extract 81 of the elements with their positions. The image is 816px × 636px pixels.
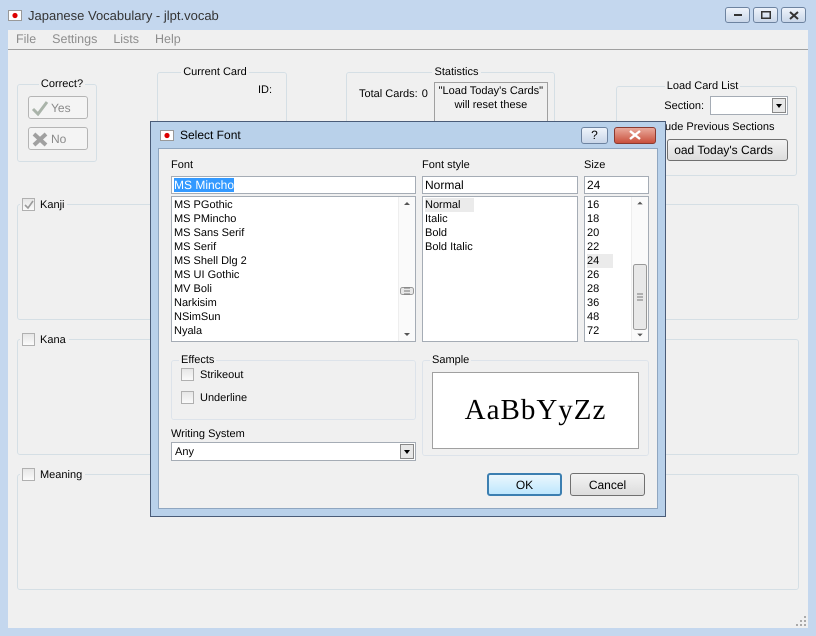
check-icon	[31, 100, 49, 116]
field-label: Size	[584, 159, 606, 173]
list-item[interactable]: Bold Italic	[425, 240, 487, 254]
help-button[interactable]: ?	[581, 126, 608, 144]
field-label: Writing System	[171, 428, 246, 440]
scroll-thumb-icon	[632, 264, 648, 330]
list-item[interactable]: 28	[587, 282, 614, 296]
checkbox-label: Meaning	[40, 468, 82, 480]
maximize-icon	[760, 11, 770, 19]
field-label: Font	[171, 159, 194, 173]
maximize-button[interactable]	[753, 7, 778, 23]
checkbox-label: ude Previous Sections	[665, 121, 776, 133]
checkbox-label: Strikeout	[200, 368, 244, 380]
scrollbar[interactable]	[631, 197, 648, 341]
dialog-title: Select Font	[180, 128, 242, 142]
sample-preview: AaBbYyZz	[432, 372, 639, 449]
checkbox[interactable]	[181, 391, 194, 404]
dialog-button[interactable]: OK	[487, 473, 562, 496]
size-list[interactable]: 16 18 20 22 24 26 28 36 48 72	[584, 196, 649, 342]
field-label: Section:	[664, 100, 704, 112]
writing-system-dropdown[interactable]: Any	[171, 442, 416, 461]
close-button[interactable]	[614, 126, 656, 144]
flag-icon	[160, 130, 174, 140]
list-item[interactable]: MV Boli	[174, 282, 226, 296]
list-item[interactable]: 26	[587, 268, 614, 282]
list-item[interactable]: Nyala	[174, 324, 216, 338]
group-title: Correct?	[40, 78, 84, 90]
scrollbar[interactable]	[398, 197, 415, 341]
list-item[interactable]: Bold	[425, 226, 462, 240]
list-item[interactable]: MS PMincho	[174, 212, 250, 226]
checkbox-label: Kanji	[40, 198, 64, 210]
list-item[interactable]: 72	[587, 324, 614, 338]
list-item[interactable]: Narkisim	[174, 296, 231, 310]
style-input[interactable]: Normal	[422, 176, 578, 194]
close-icon	[788, 10, 798, 20]
field-label: Font style	[422, 159, 471, 173]
window-title: Japanese Vocabulary - jlpt.vocab	[28, 8, 220, 22]
group-title: Sample	[431, 354, 470, 366]
checkmark-icon	[24, 200, 34, 210]
list-item[interactable]: Italic	[425, 212, 462, 226]
field-label: ID:	[256, 84, 272, 96]
resize-grip-icon	[796, 616, 806, 626]
checkbox-label: Underline	[200, 392, 248, 404]
minimize-button[interactable]	[725, 7, 750, 23]
section-dropdown[interactable]	[710, 96, 788, 115]
style-list[interactable]: Normal Italic Bold Bold Italic	[422, 196, 578, 342]
checkbox-label: Kana	[40, 334, 66, 346]
flag-icon	[8, 10, 22, 20]
size-input[interactable]: 24	[584, 176, 649, 194]
group-title: Current Card	[182, 66, 248, 78]
list-item[interactable]: MS Serif	[174, 240, 230, 254]
list-item[interactable]: MS Sans Serif	[174, 226, 258, 240]
stat-value: 0	[422, 88, 428, 100]
checkbox[interactable]	[22, 468, 35, 481]
close-icon	[628, 130, 642, 140]
group-title: Effects	[180, 354, 216, 366]
checkbox[interactable]	[181, 368, 194, 381]
list-item[interactable]: Normal	[425, 198, 474, 212]
group-title: Statistics	[433, 66, 480, 78]
list-item[interactable]: MS UI Gothic	[174, 268, 254, 282]
group-title: Load Card List	[666, 80, 740, 92]
font-list[interactable]: MS PGothic MS PMincho MS Sans Serif MS Serif MS Shell Dlg 2 MS UI Gothic MV Boli Narkisim NSimSun Nyala	[171, 196, 416, 342]
field-label: Total Cards:	[359, 88, 418, 100]
cross-icon	[31, 130, 49, 146]
list-item[interactable]: MS PGothic	[174, 198, 247, 212]
dialog-button[interactable]: Cancel	[570, 473, 645, 496]
checkbox[interactable]	[22, 333, 35, 346]
list-item[interactable]: MS Shell Dlg 2	[174, 254, 261, 268]
load-button[interactable]: oad Today's Cards	[667, 139, 788, 161]
close-button[interactable]	[781, 7, 806, 23]
list-item[interactable]: 48	[587, 310, 614, 324]
list-item[interactable]: 18	[587, 212, 614, 226]
list-item[interactable]: 22	[587, 240, 614, 254]
list-item[interactable]: 24	[587, 254, 614, 268]
checkbox[interactable]	[22, 198, 35, 211]
list-item[interactable]: NSimSun	[174, 310, 234, 324]
scroll-thumb-icon	[399, 287, 415, 295]
list-item[interactable]: 20	[587, 226, 614, 240]
minimize-icon	[734, 14, 742, 16]
list-item[interactable]: 36	[587, 296, 614, 310]
list-item[interactable]: 16	[587, 198, 614, 212]
